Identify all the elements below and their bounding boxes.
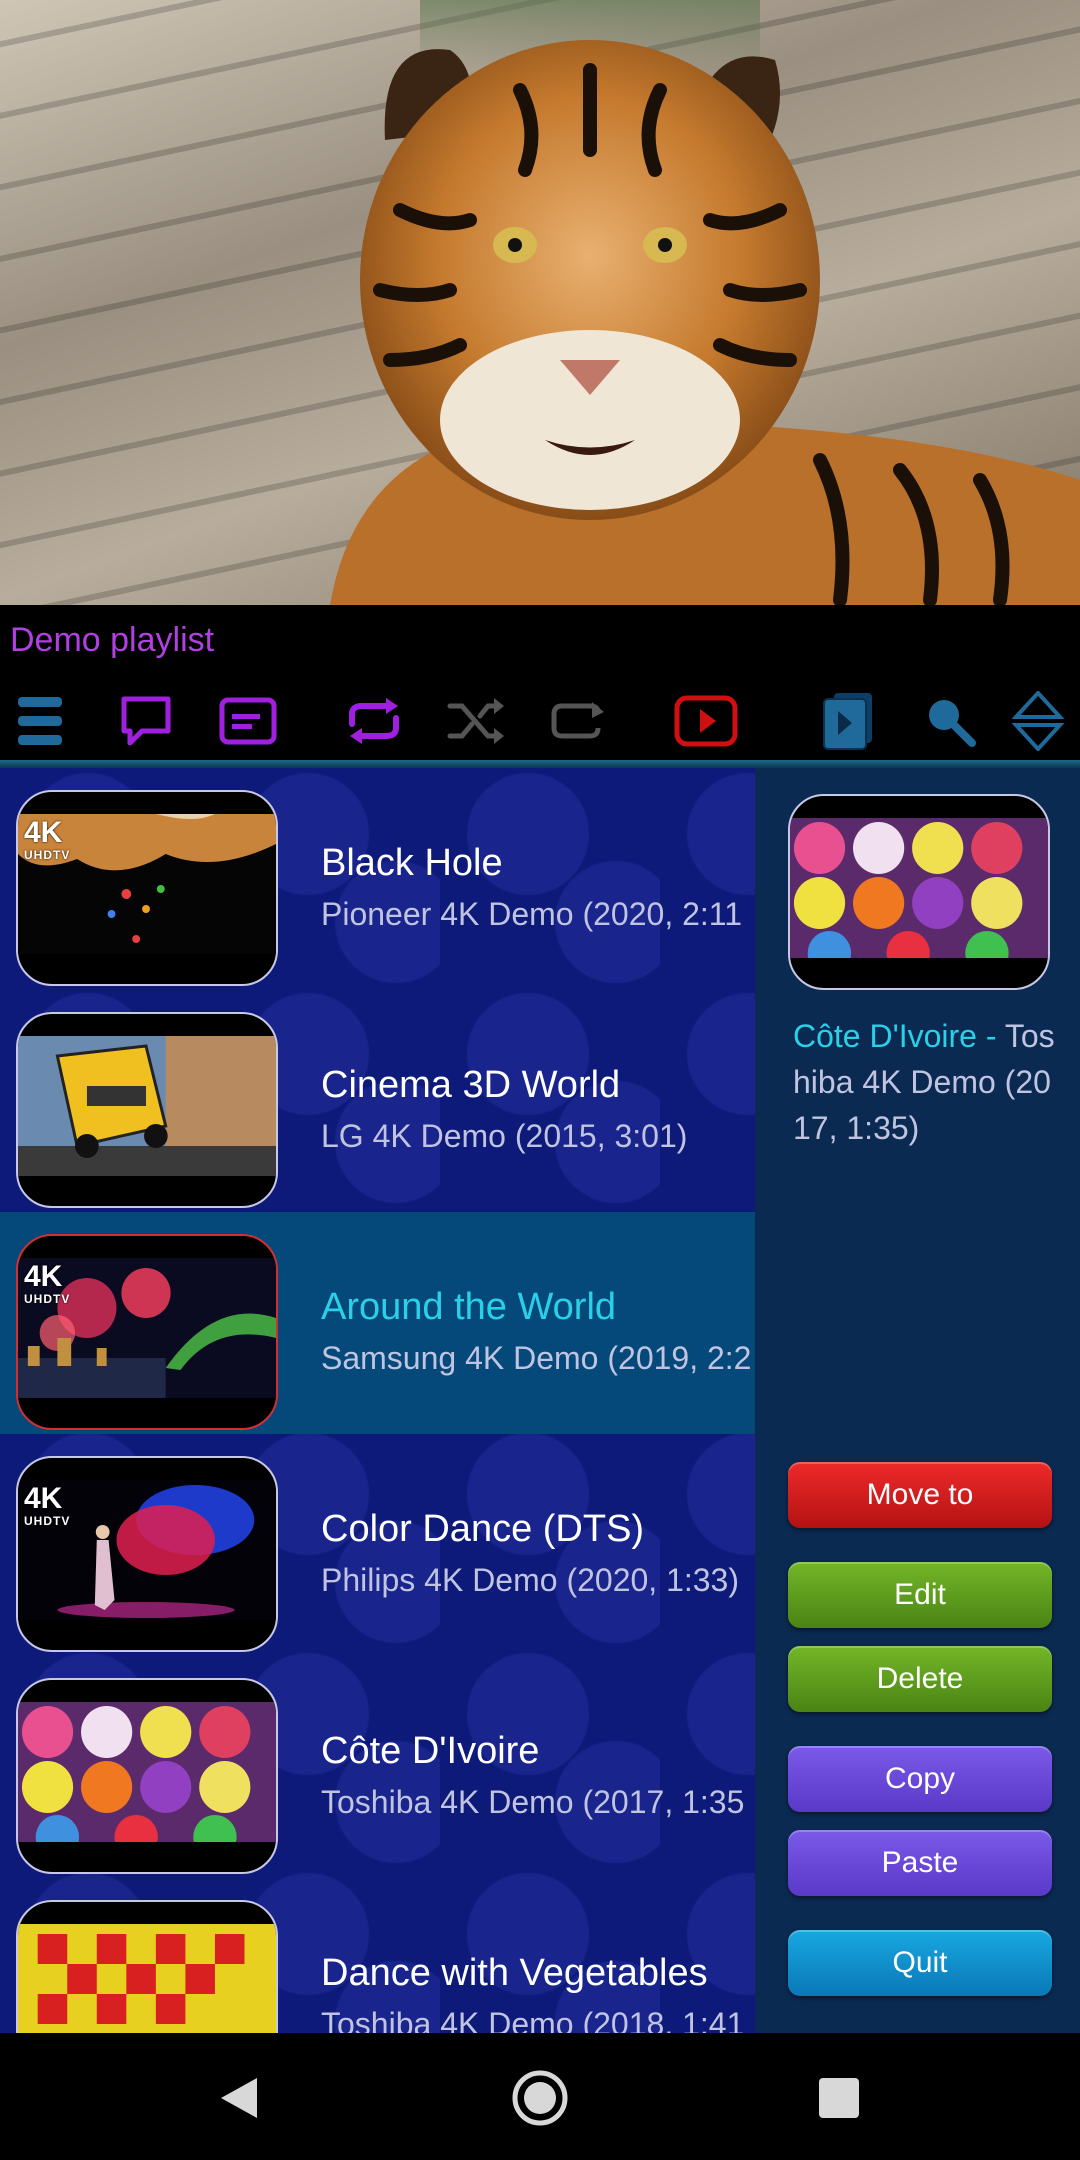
thumbnail: 4K UHDTV [16, 1234, 278, 1430]
4k-badge: 4K UHDTV [24, 1260, 71, 1307]
4k-badge: 4K UHDTV [24, 1482, 71, 1529]
shuffle-icon[interactable] [444, 689, 508, 753]
repeat-icon[interactable] [342, 689, 406, 753]
side-panel: Côte D'Ivoire - Toshiba 4K Demo (2017, 1… [755, 768, 1080, 2033]
quit-button[interactable]: Quit [788, 1930, 1052, 1996]
search-icon[interactable] [918, 689, 982, 753]
list-item[interactable]: 4K UHDTV Black Hole Pioneer 4K Demo (2020… [0, 768, 755, 990]
list-item[interactable]: 4K UHDTV Color Dance (DTS) Philips 4K Dem… [0, 1434, 755, 1656]
thumbnail: 4K UHDTV [16, 790, 278, 986]
playlist[interactable]: 4K UHDTV Black Hole Pioneer 4K Demo (2020… [0, 768, 755, 2033]
item-title: Black Hole [321, 842, 503, 884]
move-to-button[interactable]: Move to [788, 1462, 1052, 1528]
now-playing-thumbnail[interactable] [788, 794, 1050, 990]
thumbnail [16, 1678, 278, 1874]
title-bar: Demo playlist [0, 605, 1080, 675]
thumbnail [16, 1900, 278, 2033]
playlist-title: Demo playlist [10, 621, 215, 659]
edit-button[interactable]: Edit [788, 1562, 1052, 1628]
now-playing-title: Côte D'Ivoire [793, 1018, 977, 1054]
item-subtitle: Pioneer 4K Demo (2020, 2:11 [321, 896, 742, 932]
item-title: Around the World [321, 1286, 617, 1328]
system-nav-bar [0, 2033, 1080, 2160]
back-icon[interactable] [204, 2063, 274, 2133]
thumbnail [16, 1012, 278, 1208]
item-title: Color Dance (DTS) [321, 1508, 645, 1550]
now-playing-separator: - [976, 1018, 1005, 1054]
youtube-icon[interactable] [674, 689, 738, 753]
video-preview[interactable] [0, 0, 1080, 605]
subtitle-icon[interactable] [216, 689, 280, 753]
list-item[interactable]: Dance with Vegetables Toshiba 4K Demo (2… [0, 1878, 755, 2033]
tiger-image [330, 40, 1080, 605]
item-title: Dance with Vegetables [321, 1952, 708, 1994]
recents-icon[interactable] [804, 2063, 874, 2133]
item-subtitle: LG 4K Demo (2015, 3:01) [321, 1118, 688, 1154]
now-playing-info: Côte D'Ivoire - Toshiba 4K Demo (2017, 1… [793, 1013, 1063, 1151]
loop-icon[interactable] [546, 689, 610, 753]
delete-button[interactable]: Delete [788, 1646, 1052, 1712]
list-item[interactable]: Côte D'Ivoire Toshiba 4K Demo (2017, 1:3… [0, 1656, 755, 1878]
item-title: Côte D'Ivoire [321, 1730, 540, 1772]
item-title: Cinema 3D World [321, 1064, 621, 1106]
item-subtitle: Philips 4K Demo (2020, 1:33) [321, 1562, 739, 1598]
item-subtitle: Toshiba 4K Demo (2018, 1:41 [321, 2006, 745, 2033]
play-playlist-icon[interactable] [816, 689, 880, 753]
list-item[interactable]: Cinema 3D World LG 4K Demo (2015, 3:01) [0, 990, 755, 1212]
list-item-selected[interactable]: 4K UHDTV Around the World Samsung 4K Demo… [0, 1212, 755, 1434]
paste-button[interactable]: Paste [788, 1830, 1052, 1896]
thumbnail: 4K UHDTV [16, 1456, 278, 1652]
copy-button[interactable]: Copy [788, 1746, 1052, 1812]
menu-icon[interactable] [8, 689, 72, 753]
sort-icon[interactable] [1006, 689, 1070, 753]
toolbar [0, 675, 1080, 765]
item-subtitle: Toshiba 4K Demo (2017, 1:35 [321, 1784, 745, 1820]
home-icon[interactable] [505, 2063, 575, 2133]
chat-icon[interactable] [114, 689, 178, 753]
toolbar-divider [0, 760, 1080, 768]
4k-badge: 4K UHDTV [24, 816, 71, 863]
item-subtitle: Samsung 4K Demo (2019, 2:2 [321, 1340, 752, 1376]
